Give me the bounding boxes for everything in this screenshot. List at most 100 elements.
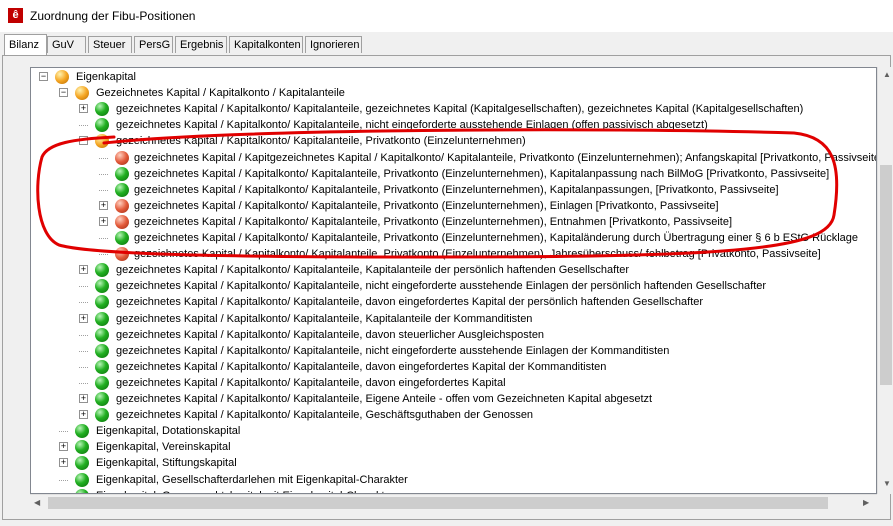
tree-row[interactable]: gezeichnetes Kapital / Kapitgezeichnetes… <box>31 150 876 166</box>
tree-expander-icon[interactable] <box>99 238 108 239</box>
tree-expander-icon[interactable] <box>79 382 88 384</box>
tab-ergebnis[interactable]: Ergebnis <box>175 36 227 53</box>
tree-row[interactable]: gezeichnetes Kapital / Kapitalkonto/ Kap… <box>31 359 876 375</box>
tree-row-label: gezeichnetes Kapital / Kapitalkonto/ Kap… <box>116 103 804 116</box>
tree-row-label: gezeichnetes Kapital / Kapitalkonto/ Kap… <box>116 393 653 405</box>
status-green-icon <box>115 166 129 181</box>
tree-row-label: Eigenkapital, Stiftungskapital <box>96 457 237 470</box>
tree-row-label: gezeichnetes Kapital / Kapitalkonto/ Kap… <box>116 344 670 357</box>
tree-expander-icon[interactable]: − <box>39 72 48 81</box>
tree-expander-icon[interactable]: − <box>59 88 68 98</box>
tree-row[interactable]: + Eigenkapital, Stiftungskapital <box>31 455 876 471</box>
tree-row[interactable]: gezeichnetes Kapital / Kapitalkonto/ Kap… <box>31 327 876 343</box>
tree-row[interactable]: gezeichnetes Kapital / Kapitalkonto/ Kap… <box>31 230 876 246</box>
tree-expander-icon[interactable] <box>79 125 88 127</box>
tree-expander-icon[interactable] <box>99 254 108 256</box>
tree-expander-icon[interactable] <box>79 334 88 336</box>
tree-row[interactable]: − gezeichnetes Kapital / Kapitalkonto/ Ka… <box>31 133 876 149</box>
tree-row-label: gezeichnetes Kapital / Kapitalkonto/ Kap… <box>116 376 506 389</box>
vertical-scroll-thumb[interactable] <box>880 165 892 385</box>
status-strip <box>0 520 893 526</box>
horizontal-scroll-thumb[interactable] <box>48 497 828 509</box>
tree-row[interactable]: gezeichnetes Kapital / Kapitalkonto/ Kap… <box>31 375 876 391</box>
tree-row-label: gezeichnetes Kapital / Kapitalkonto/ Kap… <box>116 135 526 148</box>
position-tree[interactable]: − Eigenkapital − Gezeichnetes Kapital / Kap… <box>30 67 877 494</box>
status-green-icon <box>75 424 89 439</box>
tab-kapitalkonten[interactable]: Kapitalkonten <box>229 36 303 53</box>
status-green-icon <box>95 263 109 278</box>
tree-expander-icon[interactable] <box>99 157 108 159</box>
tree-row[interactable]: + gezeichnetes Kapital / Kapitalkonto/ Ka… <box>31 198 876 214</box>
scroll-left-icon[interactable]: ◀ <box>34 498 40 507</box>
tree-expander-icon[interactable] <box>59 479 68 481</box>
tree-expander-icon[interactable]: + <box>79 313 88 323</box>
tree-row[interactable]: + gezeichnetes Kapital / Kapitalkonto/ Ka… <box>31 262 876 278</box>
tree-row-label: gezeichnetes Kapital / Kapitalkonto/ Kap… <box>116 328 545 341</box>
tree-row-label: gezeichnetes Kapital / Kapitalkonto/ Kap… <box>134 215 733 228</box>
tree-expander-icon[interactable]: + <box>79 104 88 114</box>
tree-expander-icon[interactable] <box>99 173 108 175</box>
tree-row[interactable]: + gezeichnetes Kapital / Kapitalkonto/ Ka… <box>31 214 876 230</box>
tree-expander-icon[interactable]: + <box>99 200 108 210</box>
window-title: Zuordnung der Fibu-Positionen <box>30 9 196 23</box>
status-green-icon <box>95 295 109 310</box>
scroll-right-icon[interactable]: ▶ <box>863 498 869 507</box>
tree-row[interactable]: Eigenkapital, Dotationskapital <box>31 423 876 439</box>
tree-expander-icon[interactable]: + <box>79 410 88 420</box>
status-green-icon <box>115 231 129 245</box>
tree-row[interactable]: gezeichnetes Kapital / Kapitalkonto/ Kap… <box>31 246 876 262</box>
horizontal-scrollbar[interactable]: ◀ ▶ <box>30 494 877 511</box>
status-red-icon <box>115 214 129 229</box>
tree-row[interactable]: + Eigenkapital, Vereinskapital <box>31 439 876 455</box>
tree-row-label: Eigenkapital, Dotationskapital <box>96 425 241 438</box>
tree-expander-icon[interactable] <box>99 189 108 191</box>
tree-row[interactable]: − Gezeichnetes Kapital / Kapitalkonto / K… <box>31 85 876 101</box>
tree-expander-icon[interactable]: + <box>99 216 108 226</box>
status-red-icon <box>115 150 129 165</box>
vertical-scrollbar[interactable]: ▲ ▼ <box>877 67 893 494</box>
tree-expander-icon[interactable]: + <box>59 442 68 452</box>
tree-row[interactable]: + gezeichnetes Kapital / Kapitalkonto/ Ka… <box>31 311 876 327</box>
tree-row[interactable]: + gezeichnetes Kapital / Kapitalkonto/ Ka… <box>31 391 876 407</box>
tree-expander-icon[interactable] <box>59 431 68 433</box>
scroll-down-icon[interactable]: ▼ <box>883 479 891 488</box>
tree-expander-icon[interactable] <box>79 302 88 304</box>
tree-row[interactable]: − Eigenkapital <box>31 69 876 85</box>
tree-row[interactable]: gezeichnetes Kapital / Kapitalkonto/ Kap… <box>31 166 876 182</box>
tree-expander-icon[interactable] <box>79 350 88 352</box>
tab-guv[interactable]: GuV <box>47 36 86 53</box>
tab-persg[interactable]: PersG <box>134 36 173 53</box>
tree-row-label: gezeichnetes Kapital / Kapitalkonto/ Kap… <box>116 264 630 277</box>
tree-row-label: gezeichnetes Kapital / Kapitalkonto/ Kap… <box>134 199 719 212</box>
status-green-icon <box>95 392 109 406</box>
tree-row-label: gezeichnetes Kapital / Kapitgezeichnetes… <box>134 151 877 164</box>
status-green-icon <box>95 118 109 133</box>
status-green-icon <box>75 440 89 455</box>
tree-row[interactable]: gezeichnetes Kapital / Kapitalkonto/ Kap… <box>31 294 876 310</box>
tree-row[interactable]: Eigenkapital, Gesellschafterdarlehen mit… <box>31 472 876 488</box>
tree-row[interactable]: gezeichnetes Kapital / Kapitalkonto/ Kap… <box>31 278 876 294</box>
tree-row[interactable]: + gezeichnetes Kapital / Kapitalkonto/ Ka… <box>31 407 876 423</box>
app-icon[interactable]: ê <box>8 8 23 23</box>
status-green-icon <box>95 375 109 390</box>
tree-expander-icon[interactable]: + <box>59 458 68 468</box>
tree-row[interactable]: gezeichnetes Kapital / Kapitalkonto/ Kap… <box>31 117 876 133</box>
status-orange-icon <box>75 86 89 101</box>
tree-row-label: gezeichnetes Kapital / Kapitalkonto/ Kap… <box>116 119 708 132</box>
tab-ignorieren[interactable]: Ignorieren <box>305 36 362 53</box>
tree-row[interactable]: gezeichnetes Kapital / Kapitalkonto/ Kap… <box>31 182 876 198</box>
status-green-icon <box>95 311 109 326</box>
tab-bilanz[interactable]: Bilanz <box>4 34 47 55</box>
status-green-icon <box>95 343 109 358</box>
status-orange-icon <box>95 134 109 149</box>
tree-row-label: gezeichnetes Kapital / Kapitalkonto/ Kap… <box>116 409 534 422</box>
tree-row[interactable]: gezeichnetes Kapital / Kapitalkonto/ Kap… <box>31 343 876 359</box>
tree-expander-icon[interactable]: − <box>79 136 88 146</box>
tree-expander-icon[interactable]: + <box>79 394 88 403</box>
tree-expander-icon[interactable]: + <box>79 265 88 275</box>
tree-row[interactable]: + gezeichnetes Kapital / Kapitalkonto/ Ka… <box>31 101 876 117</box>
tree-expander-icon[interactable] <box>79 366 88 368</box>
tab-steuer[interactable]: Steuer <box>88 36 132 53</box>
scroll-up-icon[interactable]: ▲ <box>883 70 891 79</box>
tree-expander-icon[interactable] <box>79 286 88 288</box>
